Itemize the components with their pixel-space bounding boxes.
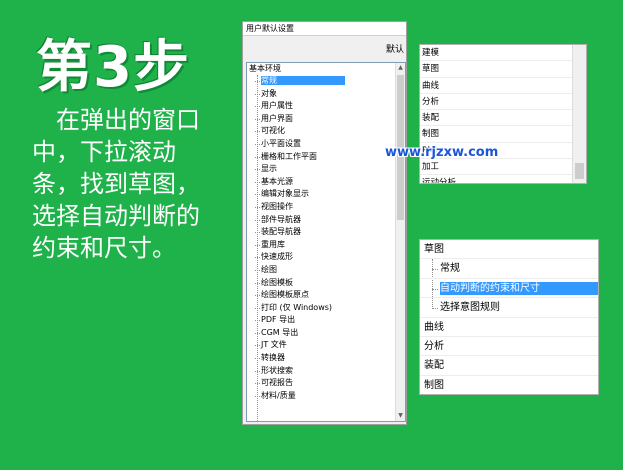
category-list-panel: 建模草图曲线分析装配制图PMI加工运动分析XY 函数 [419,44,587,184]
tree-item[interactable]: 打印 (仅 Windows) [247,302,405,315]
tree-item-label: 编辑对象显示 [261,189,309,199]
tree-item[interactable]: 栅格和工作平面 [247,151,405,164]
instruction-text: 在弹出的窗口中，下拉滚动条，找到草图，选择自动判断的约束和尺寸。 [32,106,200,262]
tree-item[interactable]: 编辑对象显示 [247,188,405,201]
category-item[interactable]: 加工 [420,159,586,176]
sketch-tree-item[interactable]: 选择意图规则 [420,298,598,318]
tree-root-basic-env[interactable]: 基本环境 [247,63,405,75]
tree-item[interactable]: 绘图 [247,264,405,277]
sketch-tree-item[interactable]: 装配 [420,356,598,376]
tree-item-label: 绘图模板 [261,277,293,287]
category-scrollbar[interactable] [572,45,586,183]
sketch-tree-item-label: 分析 [424,340,444,352]
tree-item-label: 基本光源 [261,176,293,186]
tree-item-label: 用户界面 [261,113,293,123]
sketch-settings-panel: 草图常规自动判断的约束和尺寸选择意图规则曲线分析装配制图PMI [419,239,599,395]
tree-item[interactable]: 材料/质量 [247,390,405,403]
tree-item[interactable]: 重用库 [247,239,405,252]
tree-item-label: 可视报告 [261,378,293,388]
tree-item[interactable]: JT 文件 [247,339,405,352]
dialog-title: 用户默认设置 [243,22,406,36]
tree-item[interactable]: PDF 导出 [247,314,405,327]
category-scroll-thumb[interactable] [575,163,584,179]
scroll-up-icon[interactable]: ▲ [396,63,405,73]
tree-item-label: 形状搜索 [261,365,293,375]
sketch-tree-item-label: 装配 [424,360,444,372]
tree-item-label: JT 文件 [261,340,287,350]
sketch-tree: 草图常规自动判断的约束和尺寸选择意图规则曲线分析装配制图PMI [420,240,598,394]
tree-item-label: 部件导航器 [261,214,301,224]
tree-item[interactable]: 装配导航器 [247,226,405,239]
step-title: 第3步 [36,35,190,100]
tree-item[interactable]: 转换器 [247,352,405,365]
tree-items: 常规对象用户属性用户界面可视化小平面设置栅格和工作平面 显示基本光源编辑对象显示视… [247,75,405,402]
user-defaults-dialog: 用户默认设置 默认 基本环境 常规对象用户属性用户界面可视化小平面设置栅格和工作… [242,21,407,425]
tree-item-label: 对象 [261,88,277,98]
tree-item-label: 材料/质量 [261,390,296,400]
tree-item[interactable]: 绘图模板原点 [247,289,405,302]
scroll-down-icon[interactable]: ▼ [396,411,405,421]
tree-item-label: 绘图模板原点 [261,290,309,300]
category-item[interactable]: 曲线 [420,78,586,94]
settings-tree[interactable]: 基本环境 常规对象用户属性用户界面可视化小平面设置栅格和工作平面 显示基本光源编辑… [246,62,406,422]
tree-item[interactable]: 对象 [247,88,405,101]
tree-item-label: 快速成形 [261,252,293,262]
tree-scrollbar[interactable]: ▲ ▼ [395,63,405,421]
tree-item-label: 小平面设置 [261,138,301,148]
tree-item[interactable]: 基本光源 [247,176,405,189]
sketch-tree-item[interactable]: 分析 [420,337,598,357]
tree-item-label: 打印 (仅 Windows) [261,302,333,312]
tree-item-label: 装配导航器 [261,227,301,237]
category-item[interactable]: 运动分析 [420,175,586,183]
sketch-tree-item-label: 选择意图规则 [440,302,500,314]
tree-item[interactable]: 可视报告 [247,377,405,390]
sketch-tree-item-label: 制图 [424,379,444,391]
selected-sketch-option[interactable]: 自动判断的约束和尺寸 [420,279,598,299]
tree-item-label: 常规 [261,76,345,85]
sketch-tree-item-label: 自动判断的约束和尺寸 [440,281,598,295]
dialog-header-partial: 默认 [385,45,404,55]
sketch-tree-item[interactable]: 制图 [420,376,598,394]
tree-item-label: 转换器 [261,353,285,363]
category-list: 建模草图曲线分析装配制图PMI加工运动分析XY 函数 [420,45,586,183]
tree-item[interactable]: 形状搜索 [247,365,405,378]
tree-item-label: 用户属性 [261,101,293,111]
tree-item-label: 重用库 [261,239,285,249]
tree-item[interactable]: 可视化 [247,125,405,138]
sketch-tree-item-label: 曲线 [424,321,444,333]
site-watermark: www.rjzxw.com [385,145,499,160]
sketch-tree-item[interactable]: 常规 [420,259,598,279]
tree-item-label: 绘图 [261,264,277,274]
category-item[interactable]: 装配 [420,110,586,127]
tree-item-label: CGM 导出 [261,327,299,337]
tree-item-label: 栅格和工作平面 [261,151,317,161]
tree-item[interactable]: 用户属性 [247,100,405,113]
tree-item[interactable]: 小平面设置 [247,138,405,151]
tree-item[interactable]: 显示 [247,163,405,176]
tree-item-label: 可视化 [261,126,285,136]
tree-item[interactable]: CGM 导出 [247,327,405,340]
sketch-tree-item[interactable]: 曲线 [420,318,598,337]
tree-item[interactable]: 常规 [247,75,405,88]
sketch-tree-item[interactable]: 草图 [420,240,598,260]
sketch-tree-item-label: 常规 [440,263,460,275]
tree-item[interactable]: 部件导航器 [247,214,405,227]
tree-item-label: PDF 导出 [261,315,296,325]
tree-item[interactable]: 绘图模板 [247,277,405,290]
tree-item-label: 显示 [261,164,277,174]
category-item[interactable]: 制图 [420,126,586,143]
tree-item[interactable]: 快速成形 [247,251,405,264]
category-item[interactable]: 分析 [420,94,586,111]
category-item[interactable]: 草图 [420,61,586,78]
tree-item[interactable]: 视图操作 [247,201,405,214]
sketch-tree-item-label: 草图 [424,244,444,255]
tree-item-label: 视图操作 [261,201,293,211]
category-item[interactable]: 建模 [420,45,586,62]
tree-item[interactable]: 用户界面 [247,113,405,126]
